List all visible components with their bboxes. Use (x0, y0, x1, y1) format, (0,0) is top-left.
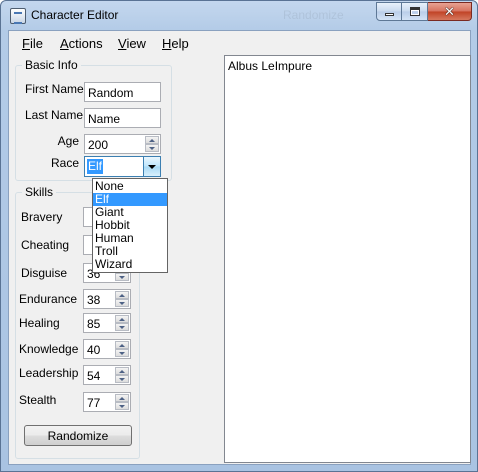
skill-label-knowledge: Knowledge (19, 342, 79, 356)
knowledge-spin (115, 341, 129, 357)
stealth-up-button[interactable] (115, 394, 129, 402)
age-label: Age (57, 134, 79, 148)
arrow-down-icon (119, 351, 125, 355)
race-label: Race (50, 156, 79, 170)
menu-file[interactable]: File (22, 36, 43, 51)
menu-help[interactable]: Help (162, 36, 189, 51)
minimize-button[interactable] (376, 2, 402, 21)
skill-stepper-leadership[interactable]: 54 (83, 365, 131, 385)
minimize-icon (384, 13, 394, 16)
randomize-button[interactable]: Randomize (24, 425, 132, 446)
first-name-field[interactable]: Random (84, 82, 161, 102)
skill-label-cheating: Cheating (21, 238, 70, 252)
skill-value-healing: 85 (87, 317, 101, 331)
stealth-spin (115, 394, 129, 410)
arrow-down-icon (119, 325, 125, 329)
age-stepper[interactable]: 200 (84, 134, 161, 154)
stealth-down-button[interactable] (115, 402, 129, 410)
leadership-down-button[interactable] (115, 375, 129, 383)
arrow-up-icon (149, 138, 155, 142)
healing-down-button[interactable] (115, 323, 129, 331)
skill-value-knowledge: 40 (87, 343, 101, 357)
endurance-down-button[interactable] (115, 299, 129, 307)
character-output-textarea[interactable]: Albus LeImpure (224, 55, 471, 463)
client-area: File Actions View Help Basic Info First … (8, 30, 471, 465)
knowledge-down-button[interactable] (115, 349, 129, 357)
skill-label-endurance: Endurance (19, 292, 78, 306)
background-window-title: Randomize (283, 8, 344, 22)
skill-label-bravery: Bravery (21, 210, 63, 224)
arrow-down-icon (119, 377, 125, 381)
basic-info-title: Basic Info (22, 58, 81, 72)
skill-label-healing: Healing (19, 316, 60, 330)
application-window: Character Editor Randomize ✕ File Action… (0, 0, 478, 472)
arrow-down-icon (119, 404, 125, 408)
skill-value-leadership: 54 (87, 369, 101, 383)
arrow-up-icon (119, 317, 125, 321)
skills-title: Skills (22, 185, 57, 199)
disguise-down-button[interactable] (115, 273, 129, 281)
skill-label-disguise: Disguise (21, 266, 68, 280)
menu-view[interactable]: View (118, 36, 146, 51)
skill-stepper-stealth[interactable]: 77 (83, 392, 131, 412)
healing-spin (115, 315, 129, 331)
arrow-up-icon (119, 343, 125, 347)
window-title: Character Editor (31, 8, 119, 22)
race-dropdown-list: None Elf Giant Hobbit Human Troll Wizard (92, 178, 168, 273)
skill-stepper-healing[interactable]: 85 (83, 313, 131, 333)
leadership-up-button[interactable] (115, 367, 129, 375)
race-option-wizard[interactable]: Wizard (93, 258, 167, 271)
healing-up-button[interactable] (115, 315, 129, 323)
knowledge-up-button[interactable] (115, 341, 129, 349)
race-combobox[interactable]: Elf (84, 156, 161, 177)
age-down-button[interactable] (145, 144, 159, 152)
skill-value-endurance: 38 (87, 293, 101, 307)
age-up-button[interactable] (145, 136, 159, 144)
arrow-up-icon (119, 293, 125, 297)
last-name-field[interactable]: Name (84, 108, 161, 128)
maximize-button[interactable] (402, 2, 428, 21)
caption-buttons: ✕ (376, 2, 472, 21)
close-icon: ✕ (444, 4, 455, 19)
title-bar[interactable]: Character Editor Randomize ✕ (1, 1, 477, 30)
menu-actions[interactable]: Actions (60, 36, 103, 51)
menu-bar: File Actions View Help (9, 31, 470, 55)
endurance-up-button[interactable] (115, 291, 129, 299)
skill-stepper-knowledge[interactable]: 40 (83, 339, 131, 359)
arrow-down-icon (149, 146, 155, 150)
character-name-output: Albus LeImpure (228, 59, 313, 73)
chevron-down-icon (148, 164, 156, 169)
race-selected-value: Elf (87, 159, 104, 174)
first-name-label: First Name (25, 82, 84, 96)
age-spin (145, 136, 159, 152)
skill-label-leadership: Leadership (19, 366, 79, 380)
age-value: 200 (88, 138, 109, 152)
arrow-down-icon (119, 301, 125, 305)
skill-stepper-endurance[interactable]: 38 (83, 289, 131, 309)
arrow-up-icon (119, 396, 125, 400)
skill-label-stealth: Stealth (19, 393, 57, 407)
race-dropdown-button[interactable] (143, 157, 160, 176)
endurance-spin (115, 291, 129, 307)
app-form-icon[interactable] (10, 8, 26, 24)
arrow-up-icon (119, 369, 125, 373)
leadership-spin (115, 367, 129, 383)
maximize-icon (409, 7, 420, 16)
skill-value-stealth: 77 (87, 396, 101, 410)
arrow-down-icon (119, 275, 125, 279)
close-button[interactable]: ✕ (428, 2, 472, 21)
last-name-label: Last Name (25, 108, 84, 122)
